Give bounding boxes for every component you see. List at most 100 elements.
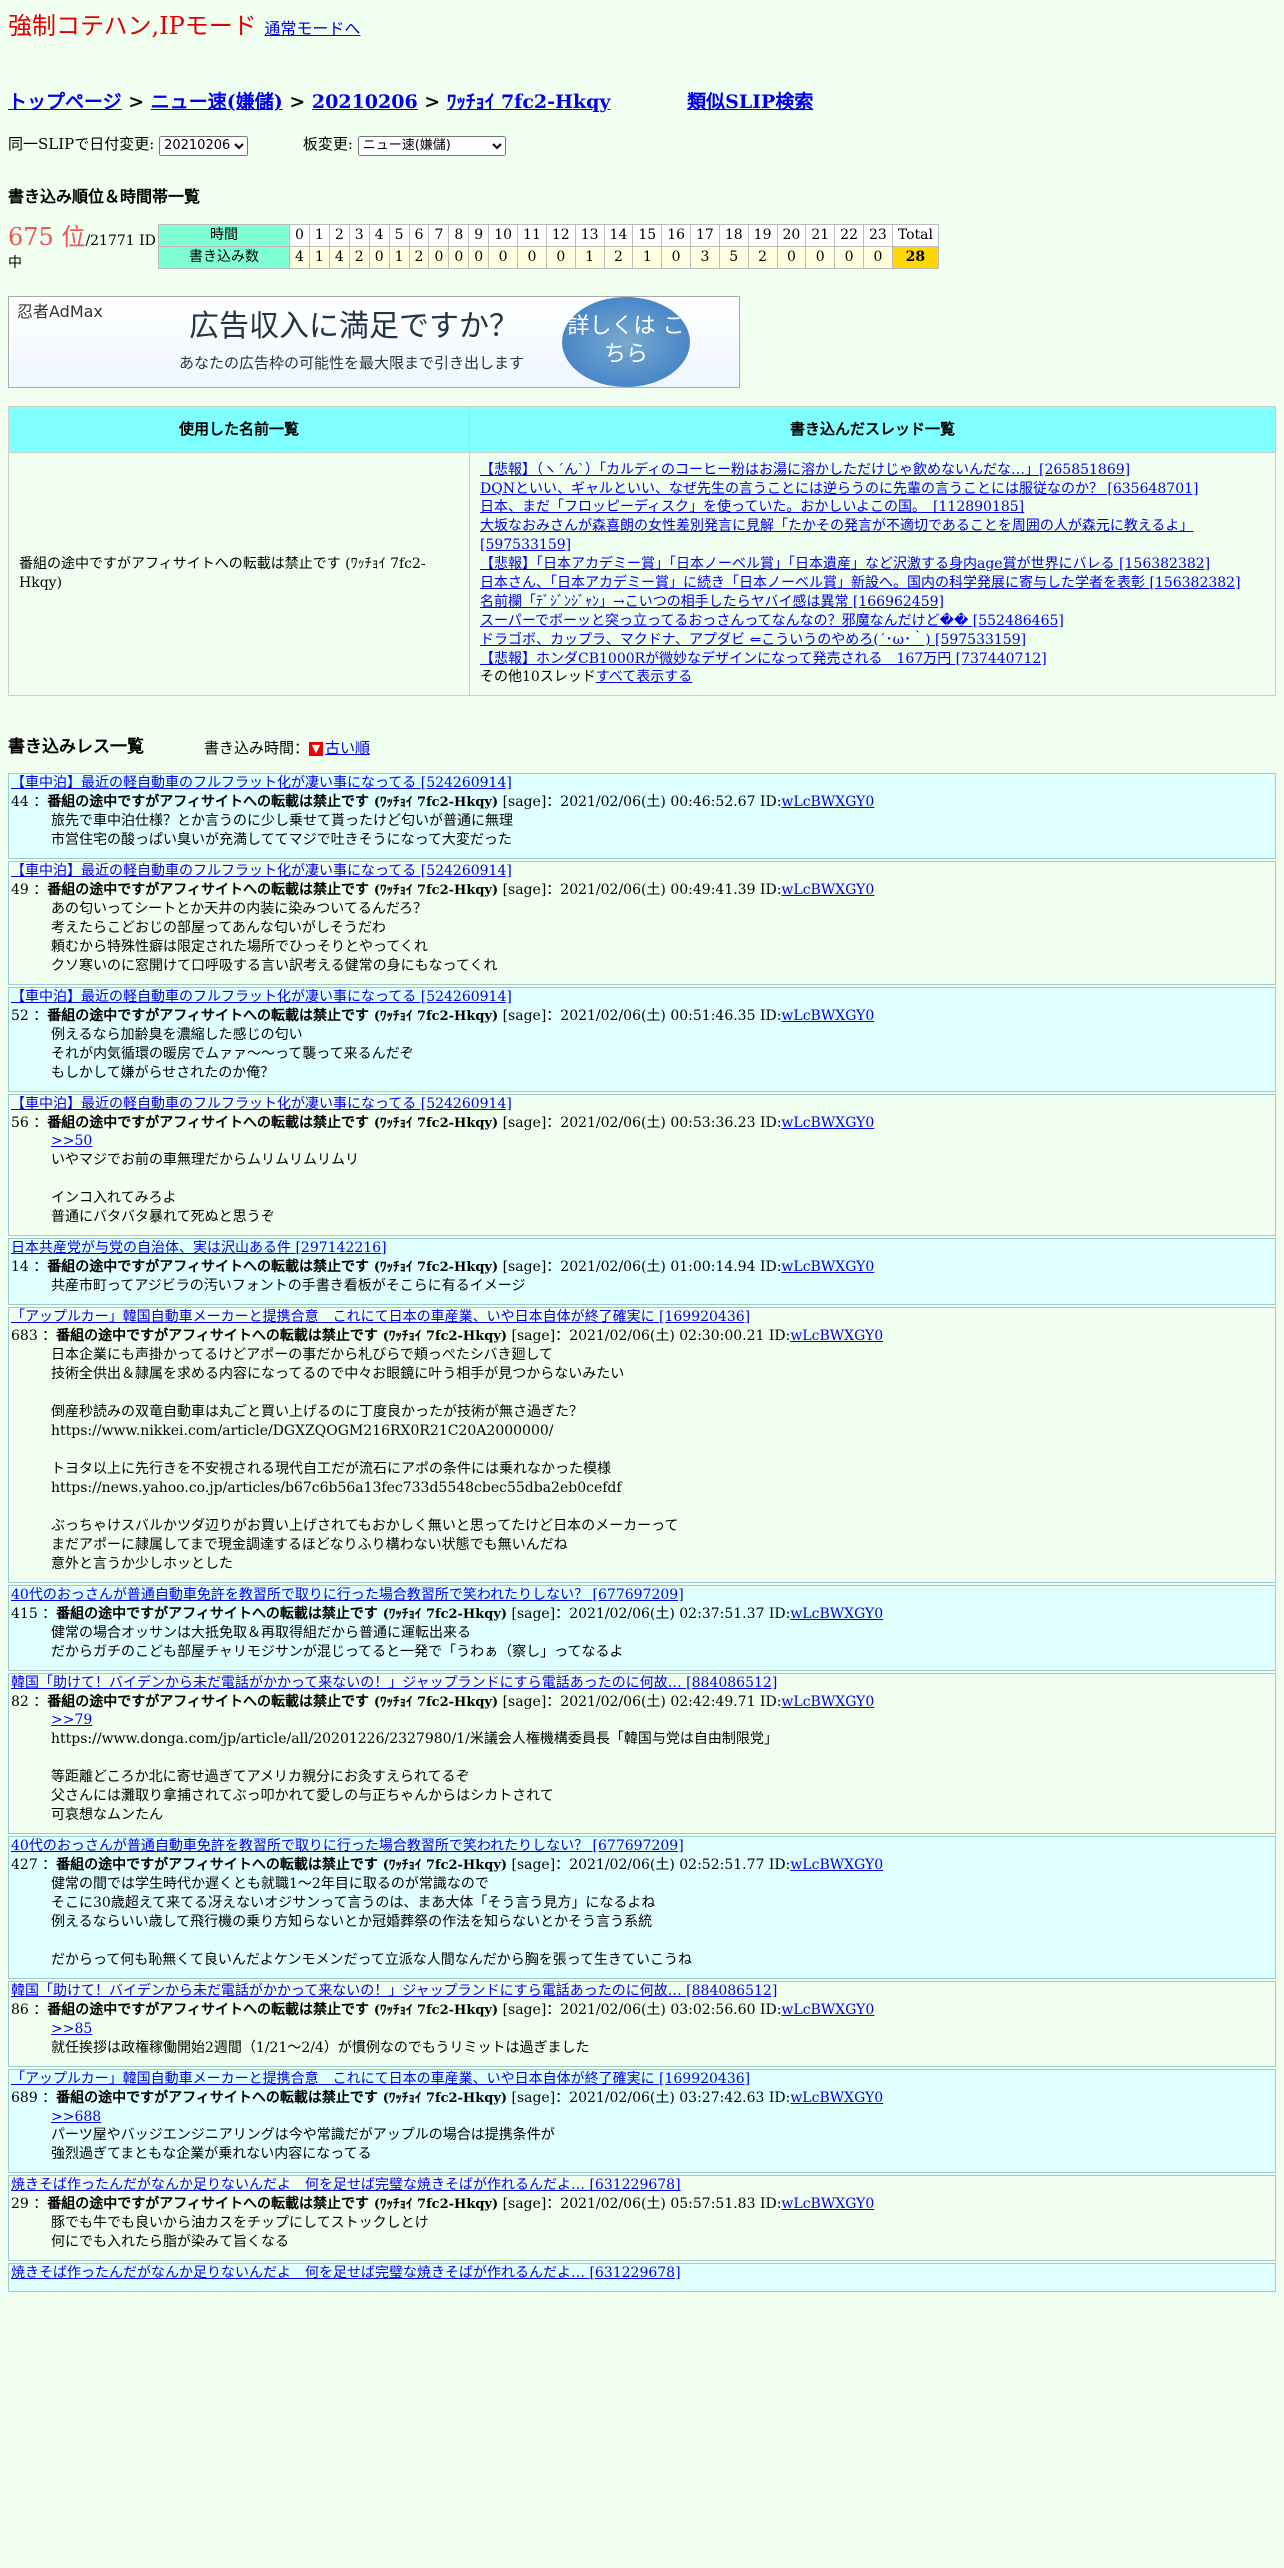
post-number: 14 ：: [11, 1259, 48, 1276]
post-line: まだアポーに隷属してまで現金調達するほどなりふり構わない状態でも無いんだね: [51, 1536, 568, 1553]
count-cell: 0: [428, 246, 450, 270]
normal-mode-link[interactable]: 通常モードへ: [264, 19, 360, 38]
count-cell: 2: [348, 246, 370, 270]
post-thread-link[interactable]: 韓国「助けて！バイデンから未だ電話がかかって来ないの！」ジャップランドにすら電話…: [11, 1982, 1273, 2001]
post-item: 40代のおっさんが普通自動車免許を教習所で取りに行った場合教習所で笑われたりしな…: [8, 1836, 1276, 1980]
hour-cell: 5: [388, 224, 410, 248]
post-id-link[interactable]: wLcBWXGY0: [781, 794, 874, 810]
hour-cell: 3: [348, 224, 370, 248]
thread-link[interactable]: 【悲報】「日本アカデミー賞」「日本ノーベル賞」「日本遺産」など沢激する身内age…: [480, 555, 1265, 574]
post-thread-link[interactable]: 【車中泊】最近の軽自動車のフルフラット化が凄い事になってる [524260914…: [11, 862, 1273, 881]
post-id-link[interactable]: wLcBWXGY0: [790, 1857, 883, 1873]
post-thread-link[interactable]: 焼きそば作ったんだがなんか足りないんだよ 何を足せば完璧な焼きそばが作れるんだよ…: [11, 2176, 1273, 2195]
post-date: 2021/02/06(土) 02:37:51.37 ID:: [569, 1605, 791, 1622]
board-select[interactable]: ニュー速(嫌儲): [357, 135, 506, 156]
hour-cell: 7: [428, 224, 450, 248]
counts-row: 書き込み数 4 1 4 2 0 1 2 0 0 0 0 0 0 1 2 1 0 3 5 2 0 0 0 0 28: [158, 246, 939, 270]
show-all-threads-link[interactable]: すべて表示する: [596, 669, 692, 685]
post-id-link[interactable]: wLcBWXGY0: [790, 2090, 883, 2106]
reply-anchor-link[interactable]: >>688: [51, 2108, 1273, 2127]
post-id-link[interactable]: wLcBWXGY0: [781, 2196, 874, 2212]
reply-anchor-link[interactable]: >>50: [51, 1132, 1273, 1151]
post-mail: [sage]：: [507, 1605, 570, 1622]
hourly-table: 時間 0 1 2 3 4 5 6 7 8 9 10 11 12 13 14 15 16 17 18 19 20 21 22 2…: [158, 224, 939, 270]
hour-cell: 22: [834, 224, 864, 248]
post-id-link[interactable]: wLcBWXGY0: [790, 1328, 883, 1344]
sort-oldest-link[interactable]: 古い順: [325, 739, 370, 757]
count-cell: 0: [661, 246, 692, 270]
breadcrumb-date[interactable]: 20210206: [312, 91, 418, 113]
post-thread-link[interactable]: 【車中泊】最近の軽自動車のフルフラット化が凄い事になってる [524260914…: [11, 988, 1273, 1007]
post-thread-link[interactable]: 韓国「助けて！バイデンから未だ電話がかかって来ないの！」ジャップランドにすら電話…: [11, 1674, 1273, 1693]
post-item: 「アップルカー」韓国自動車メーカーと提携合意 これにて日本の車産業、いや日本自体…: [8, 1307, 1276, 1583]
ad-details-button[interactable]: 詳しくは こちら: [562, 297, 690, 388]
post-line: 健常の場合オッサンは大抵免取＆再取得組だから普通に運転出来る: [51, 1624, 471, 1641]
thread-link[interactable]: 日本さん、「日本アカデミー賞」に続き「日本ノーベル賞」新設へ。国内の科学発展に寄…: [480, 574, 1265, 593]
count-cell: 0: [776, 246, 807, 270]
sort-order: 書き込み時間： ▼ 古い順: [204, 738, 370, 758]
threads-header: 書き込んだスレッド一覧: [469, 406, 1276, 453]
post-date: 2021/02/06(土) 05:57:51.83 ID:: [560, 2196, 782, 2213]
thread-link[interactable]: 名前欄「ﾃﾞｼﾞﾝｼﾞｬﾝ」→こいつの相手したらヤバイ感は異常 [1669624…: [480, 593, 1265, 612]
poster-name: 番組の途中ですがアフィサイトへの転載は禁止です: [56, 1605, 383, 1622]
post-mail: [sage]：: [498, 2001, 561, 2018]
breadcrumb-board[interactable]: ニュー速(嫌儲): [151, 91, 283, 113]
post-line: 例えるなら加齢臭を濃縮した感じの匂い: [51, 1026, 303, 1043]
post-meta: 82 ：番組の途中ですがアフィサイトへの転載は禁止です (ﾜｯﾁｮｲ 7fc2-…: [11, 1693, 1273, 1712]
thread-link[interactable]: 【悲報】（ヽ´ん`）「カルディのコーヒー粉はお湯に溶かしただけじゃ飲めないんだな…: [480, 461, 1265, 480]
count-cell: 2: [747, 246, 778, 270]
sort-down-icon[interactable]: ▼: [309, 741, 324, 756]
similar-slip-search-link[interactable]: 類似SLIP検索: [687, 91, 813, 113]
poster-name: 番組の途中ですがアフィサイトへの転載は禁止です: [47, 881, 374, 898]
post-thread-link[interactable]: 焼きそば作ったんだがなんか足りないんだよ 何を足せば完璧な焼きそばが作れるんだよ…: [11, 2264, 1273, 2283]
post-id-link[interactable]: wLcBWXGY0: [781, 1008, 874, 1024]
post-id-link[interactable]: wLcBWXGY0: [781, 1694, 874, 1710]
post-thread-link[interactable]: 40代のおっさんが普通自動車免許を教習所で取りに行った場合教習所で笑われたりしな…: [11, 1837, 1273, 1856]
post-id-link[interactable]: wLcBWXGY0: [781, 882, 874, 898]
thread-link[interactable]: スーパーでボーッと突っ立ってるおっさんってなんなの？邪魔なんだけど�� [552…: [480, 612, 1265, 631]
post-date: 2021/02/06(土) 00:53:36.23 ID:: [560, 1114, 782, 1131]
post-thread-link[interactable]: 【車中泊】最近の軽自動車のフルフラット化が凄い事になってる [524260914…: [11, 1095, 1273, 1114]
date-change-label: 同一SLIPで日付変更:: [8, 135, 155, 154]
count-cell: 0: [805, 246, 836, 270]
post-line: クソ寒いのに窓開けて口呼吸する言い訳考える健常の身にもなってくれ: [51, 957, 498, 974]
post-thread-link[interactable]: 日本共産党が与党の自治体、実は沢山ある件 [297142216]: [11, 1239, 1273, 1258]
hours-row: 時間 0 1 2 3 4 5 6 7 8 9 10 11 12 13 14 15 16 17 18 19 20 21 22 2…: [158, 224, 939, 248]
post-item: 40代のおっさんが普通自動車免許を教習所で取りに行った場合教習所で笑われたりしな…: [8, 1584, 1276, 1671]
date-select[interactable]: 20210206: [159, 135, 249, 156]
post-item: 焼きそば作ったんだがなんか足りないんだよ 何を足せば完璧な焼きそばが作れるんだよ…: [8, 2175, 1276, 2262]
post-date: 2021/02/06(土) 03:02:56.60 ID:: [560, 2001, 782, 2018]
post-thread-link[interactable]: 「アップルカー」韓国自動車メーカーと提携合意 これにて日本の車産業、いや日本自体…: [11, 2070, 1273, 2089]
breadcrumb-slip[interactable]: ﾜｯﾁｮｲ 7fc2-Hkqy: [447, 91, 611, 113]
post-body: >>688 パーツ屋やバッジエンジニアリングは今や常識だがアップルの場合は提携条件…: [51, 2108, 1273, 2165]
reply-anchor-link[interactable]: >>79: [51, 1711, 1273, 1730]
post-line: https://www.nikkei.com/article/DGXZQOGM2…: [51, 1422, 554, 1439]
thread-link[interactable]: 【悲報】ホンダCB1000Rが微妙なデザインになって発売される 167万円 [7…: [480, 650, 1265, 669]
count-cell: 0: [488, 246, 519, 270]
post-thread-link[interactable]: 「アップルカー」韓国自動車メーカーと提携合意 これにて日本の車産業、いや日本自体…: [11, 1308, 1273, 1327]
ranking-section-title: 書き込み順位＆時間帯一覧: [8, 186, 201, 206]
poster-trip: (ﾜｯﾁｮｲ 7fc2-Hkqy): [382, 2090, 508, 2106]
post-thread-link[interactable]: 【車中泊】最近の軽自動車のフルフラット化が凄い事になってる [524260914…: [11, 774, 1273, 793]
post-id-link[interactable]: wLcBWXGY0: [781, 2002, 874, 2018]
summary-table: 使用した名前一覧 書き込んだスレッド一覧 番組の途中ですがアフィサイトへの転載は…: [8, 406, 1276, 697]
breadcrumb-top[interactable]: トップページ: [8, 91, 122, 113]
post-line: 倒産秒読みの双竜自動車は丸ごと買い上げるのに丁度良かったが技術が無さ過ぎた？: [51, 1403, 583, 1420]
ad-banner[interactable]: 忍者AdMax 広告収入に満足ですか？ あなたの広告枠の可能性を最大限まで引き出…: [8, 296, 740, 389]
post-thread-link[interactable]: 40代のおっさんが普通自動車免許を教習所で取りに行った場合教習所で笑われたりしな…: [11, 1586, 1273, 1605]
thread-link[interactable]: DQNといい、ギャルといい、なぜ先生の言うことには逆らうのに先輩の言うことには服…: [480, 480, 1265, 499]
thread-link[interactable]: 日本、まだ「フロッピーディスク」を使っていた。おかしいよこの国。 [112890…: [480, 498, 1265, 517]
post-line: 例えるならいい歳して飛行機の乗り方知らないとか冠婚葬祭の作法を知らないとかそう言…: [51, 1914, 653, 1931]
sort-time-label: 書き込み時間：: [204, 738, 310, 757]
thread-link[interactable]: 大坂なおみさんが森喜朗の女性差別発言に見解「たかその発言が不適切であることを周囲…: [480, 517, 1265, 555]
reply-anchor-link[interactable]: >>85: [51, 2020, 1273, 2039]
thread-link[interactable]: ドラゴボ、カップラ、マクドナ、アプダビ ⇐こういうのやめろ(´･ω･｀) [59…: [480, 631, 1265, 650]
board-change-label: 板変更:: [302, 135, 353, 154]
post-line: 旅先で車中泊仕様？とか言うのに少し乗せて貰ったけど匂いが普通に無理: [51, 813, 513, 830]
poster-trip: (ﾜｯﾁｮｲ 7fc2-Hkqy): [382, 1606, 508, 1622]
post-date: 2021/02/06(土) 00:46:52.67 ID:: [560, 794, 782, 811]
post-body: >>50 いやマジでお前の車無理だからムリムリムリムリ インコ入れてみろよ 普通にバタ…: [51, 1132, 1273, 1227]
post-id-link[interactable]: wLcBWXGY0: [790, 1606, 883, 1622]
post-id-link[interactable]: wLcBWXGY0: [781, 1259, 874, 1275]
post-id-link[interactable]: wLcBWXGY0: [781, 1115, 874, 1131]
